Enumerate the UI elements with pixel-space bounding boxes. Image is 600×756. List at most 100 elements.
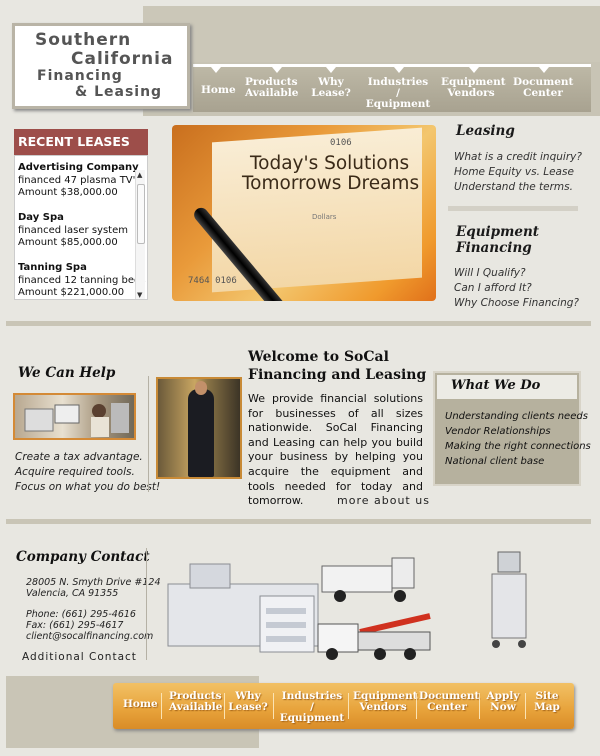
- financing-link[interactable]: Why Choose Financing?: [454, 297, 579, 309]
- nav-home[interactable]: Home: [201, 85, 236, 96]
- footer-nav-site-map[interactable]: Site Map: [529, 691, 565, 713]
- check-micr: 7464 0106: [188, 276, 237, 286]
- footer-nav-document-center[interactable]: Document Center: [419, 691, 479, 713]
- check-number: 0106: [330, 138, 352, 148]
- lease-amount: Amount $85,000.00: [18, 237, 118, 248]
- scroll-up-icon[interactable]: ▲: [137, 171, 142, 179]
- help-line: Focus on what you do best!: [15, 481, 161, 493]
- logo-text: & Leasing: [75, 84, 163, 100]
- recent-leases-title: RECENT LEASES: [14, 129, 148, 155]
- nav-label: Equipment: [279, 712, 345, 724]
- divider: [448, 206, 578, 211]
- footer-nav-home[interactable]: Home: [123, 699, 158, 710]
- logo-text: Financing: [37, 68, 123, 84]
- email-link[interactable]: client@socalfinancing.com: [26, 631, 153, 643]
- leasing-title: Leasing: [456, 123, 515, 139]
- footer-nav-separator: [224, 693, 225, 719]
- nav-notch: [326, 67, 336, 73]
- leasing-link[interactable]: What is a credit inquiry?: [454, 151, 582, 163]
- main-nav: Home Products Available Why Lease? Industr…: [193, 64, 591, 112]
- financing-link[interactable]: Can I afford It?: [454, 282, 532, 294]
- help-line: Create a tax advantage.: [15, 451, 143, 463]
- nav-label: Available: [169, 701, 223, 713]
- footer-nav-vendors[interactable]: Equipment Vendors: [353, 691, 418, 713]
- financing-link[interactable]: Will I Qualify?: [454, 267, 526, 279]
- hero-tagline: Tomorrows Dreams: [242, 173, 420, 194]
- what-we-do-item: National client base: [445, 456, 545, 467]
- company-logo[interactable]: Southern California Financing & Leasing: [12, 23, 190, 109]
- footer-nav-why-lease[interactable]: Why Lease?: [228, 691, 268, 713]
- help-line: Acquire required tools.: [15, 466, 135, 478]
- footer-nav-industries[interactable]: Industries / Equipment: [279, 691, 345, 724]
- footer-nav-separator: [479, 693, 480, 719]
- nav-notch: [469, 67, 479, 73]
- list-item: Day Spa financed laser system Amount $85…: [18, 212, 128, 250]
- what-we-do-item: Understanding clients needs: [445, 411, 588, 422]
- nav-label: Center: [523, 87, 563, 99]
- what-we-do-item: Vendor Relationships: [445, 426, 551, 437]
- footer-nav-separator: [273, 693, 274, 719]
- scrollbar[interactable]: ▲ ▼: [135, 170, 145, 299]
- additional-contact-link[interactable]: Additional Contact: [22, 651, 137, 663]
- nav-industries[interactable]: Industries / Equipment: [365, 77, 431, 110]
- concrete-pump-truck-icon: [321, 557, 415, 602]
- lease-amount: Amount $221,000.00: [18, 287, 125, 298]
- footer-nav-products[interactable]: Products Available: [169, 691, 223, 713]
- nav-label: Center: [427, 701, 467, 713]
- nav-label: Vendors: [447, 87, 495, 99]
- recent-leases-list[interactable]: Advertising Company financed 47 plasma T…: [14, 155, 148, 300]
- logo-text: California: [71, 49, 174, 69]
- fax: Fax: (661) 295-4617: [26, 620, 124, 631]
- ultrasound-machine-icon: [491, 551, 527, 648]
- nav-label: Available: [245, 87, 299, 99]
- title-line: Welcome to SoCal: [248, 349, 389, 365]
- scroll-thumb[interactable]: [137, 184, 145, 244]
- logo-text: Southern: [35, 30, 132, 50]
- we-can-help-title: We Can Help: [18, 365, 116, 381]
- nav-label: Industries /: [281, 690, 343, 713]
- list-item: Advertising Company financed 47 plasma T…: [18, 162, 141, 200]
- nav-label: Vendors: [359, 701, 407, 713]
- nav-vendors[interactable]: Equipment Vendors: [441, 77, 506, 99]
- nav-label: Industries /: [367, 76, 429, 99]
- nav-products[interactable]: Products Available: [245, 77, 299, 99]
- nav-notch: [272, 67, 282, 73]
- nav-document-center[interactable]: Document Center: [513, 77, 573, 99]
- more-about-us-link[interactable]: more about us: [337, 494, 430, 507]
- welcome-body: We provide financial solutions for busin…: [248, 392, 423, 508]
- lease-desc: financed 47 plasma TV's: [18, 174, 141, 186]
- check-dollars: Dollars: [312, 213, 337, 221]
- nav-label: Lease?: [228, 701, 268, 713]
- footer-nav-separator: [348, 693, 349, 719]
- leasing-link[interactable]: Understand the terms.: [454, 181, 573, 193]
- office-illustration: [24, 403, 129, 437]
- hero-image: 0106 Dollars Today's Solutions Tomorrows…: [172, 125, 436, 301]
- what-we-do-title: What We Do: [437, 375, 577, 399]
- hero-tagline: Today's Solutions: [250, 153, 410, 174]
- nav-label: Equipment: [365, 98, 431, 110]
- nav-home-label: Home: [201, 84, 236, 96]
- lease-desc: financed 12 tanning beds: [18, 274, 146, 286]
- what-we-do-item: Making the right connections: [445, 441, 591, 452]
- nav-why-lease[interactable]: Why Lease?: [311, 77, 351, 99]
- vertical-divider: [148, 376, 149, 492]
- scroll-down-icon[interactable]: ▼: [137, 291, 142, 299]
- nav-label: Now: [490, 701, 516, 713]
- nav-label: Map: [534, 701, 560, 713]
- businessman-head: [195, 381, 207, 395]
- phone: Phone: (661) 295-4616: [26, 609, 136, 620]
- divider: [6, 519, 591, 524]
- lease-amount: Amount $38,000.00: [18, 187, 118, 198]
- footer-nav-separator: [161, 693, 162, 719]
- footer-nav-apply-now[interactable]: Apply Now: [485, 691, 521, 713]
- address-line: 28005 N. Smyth Drive #124: [26, 577, 161, 588]
- address-line: Valencia, CA 91355: [26, 588, 119, 599]
- lease-name: Tanning Spa: [18, 262, 87, 273]
- leasing-link[interactable]: Home Equity vs. Lease: [454, 166, 574, 178]
- lease-name: Advertising Company: [18, 162, 139, 173]
- title-line: Financing and Leasing: [248, 367, 427, 383]
- title-line: Equipment: [456, 224, 540, 240]
- footer-nav-separator: [525, 693, 526, 719]
- equipment-financing-title: Equipment Financing: [456, 224, 539, 256]
- what-we-do-box: What We Do Understanding clients needs V…: [433, 371, 591, 486]
